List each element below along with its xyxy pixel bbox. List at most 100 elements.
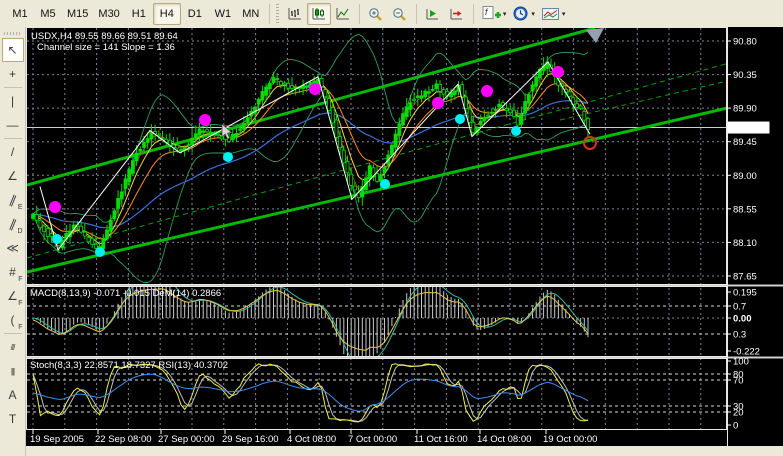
signal-dot-magenta: [552, 66, 564, 78]
signal-dot-cyan: [511, 126, 521, 136]
dropdown-caret[interactable]: ▾: [531, 10, 535, 18]
toolbar-separator: [473, 4, 474, 24]
macd-axis-label: 0.195: [733, 288, 757, 299]
auto-scroll-button[interactable]: [421, 3, 445, 25]
chart-shift-button[interactable]: [445, 3, 469, 25]
tool-equidistant-channel[interactable]: ∥E: [2, 188, 24, 212]
tool-crosshair[interactable]: +: [2, 62, 24, 86]
timeframe-button-mn[interactable]: MN: [237, 3, 265, 25]
tool-cycle-lines[interactable]: |||: [2, 359, 24, 383]
andrews-pitchfork-icon: ///: [11, 343, 15, 352]
macd-axis-label: 0.7: [733, 302, 746, 313]
time-axis-label: 11 Oct 16:00: [414, 434, 468, 445]
chart-area: USDX,H4 89.55 89.66 89.51 89.64 Channel …: [26, 27, 783, 456]
crosshair-icon: +: [9, 67, 16, 81]
price-axis-label: 88.10: [733, 238, 757, 249]
templates-button[interactable]: ▾: [538, 3, 569, 25]
current-price-value: 89.64: [730, 123, 754, 134]
signal-dot-cyan: [52, 234, 62, 244]
zoom-in-button[interactable]: [364, 3, 388, 25]
timeframe-button-m15[interactable]: M15: [62, 3, 93, 25]
tool-stddev-channel[interactable]: ∥D: [2, 212, 24, 236]
zoom-out-button[interactable]: [388, 3, 412, 25]
periods-button[interactable]: ▾: [509, 3, 538, 25]
indicators-button[interactable]: f ▾: [478, 3, 510, 25]
tool-cursor[interactable]: ↖: [2, 38, 24, 62]
stddev-channel-letter: D: [17, 228, 22, 235]
price-axis-label: 89.00: [733, 171, 757, 182]
tool-text-label[interactable]: T: [2, 407, 24, 431]
channel-info-label: Channel size = 141 Slope = 1.36: [37, 42, 175, 53]
vertical-line-icon: |: [11, 94, 14, 108]
price-axis-label: 89.90: [733, 104, 757, 115]
toolbar-divider: [4, 138, 22, 139]
timeframe-button-d1[interactable]: D1: [181, 3, 209, 25]
price-axis-label: 90.80: [733, 37, 757, 48]
trendline-by-angle-icon: ∠: [7, 169, 18, 183]
tool-fibo-fan[interactable]: ∠F: [2, 284, 24, 308]
mt4-window: M1M5M15M30H1H4D1W1MN: [0, 0, 783, 456]
candlestick-chart-button[interactable]: [307, 3, 331, 25]
time-axis-label: 14 Oct 08:00: [477, 434, 531, 445]
trendline-icon: /: [11, 145, 14, 159]
fibo-fan-icon: ∠: [7, 289, 18, 303]
cycle-lines-icon: |||: [11, 367, 14, 376]
fibo-fan-letter: F: [18, 300, 22, 307]
bar-chart-icon: [286, 6, 303, 22]
tool-trendline-by-angle[interactable]: ∠: [2, 164, 24, 188]
signal-dot-magenta: [481, 85, 493, 97]
cursor-icon: ↖: [7, 43, 17, 57]
toolbar-divider: [4, 333, 22, 334]
stoch-indicator-label: Stoch(8,3,3) 22.8571 18.7327 RSI(13) 40.…: [30, 360, 228, 371]
bar-chart-button[interactable]: [283, 3, 307, 25]
chart-canvas[interactable]: USDX,H4 89.55 89.66 89.51 89.64 Channel …: [26, 27, 783, 456]
line-chart-button[interactable]: [331, 3, 355, 25]
indicators-icon: f: [481, 5, 501, 22]
signal-dot-magenta: [432, 97, 444, 109]
tool-gann-fan[interactable]: ≪: [2, 236, 24, 260]
toolbar-separator: [416, 4, 417, 24]
toolbar-grip: [4, 32, 22, 35]
price-axis-label: 89.45: [733, 137, 757, 148]
periods-clock-icon: [512, 5, 529, 22]
toolbar-grip: [276, 4, 279, 24]
tool-vertical-line[interactable]: |: [2, 89, 24, 113]
fibo-timezones-letter: F: [18, 276, 22, 283]
timeframe-button-w1[interactable]: W1: [209, 3, 237, 25]
tool-trendline[interactable]: /: [2, 140, 24, 164]
time-axis-label: 19 Sep 2005: [30, 434, 84, 445]
fibo-arcs-icon: (: [11, 313, 15, 327]
auto-scroll-icon: [424, 6, 441, 22]
fibo-arcs-letter: F: [18, 324, 22, 331]
time-axis-label: 19 Oct 00:00: [543, 434, 597, 445]
timeframe-button-h4[interactable]: H4: [153, 3, 181, 25]
tool-andrews-pitchfork[interactable]: ///: [2, 335, 24, 359]
signal-dot-cyan: [95, 247, 105, 257]
signal-dot-magenta: [199, 114, 211, 126]
drawing-toolbar: ↖+|—/∠∥E∥D≪#F∠F(F///|||AT: [0, 27, 26, 456]
timeframe-button-h1[interactable]: H1: [125, 3, 153, 25]
stoch-axis-label: 0: [733, 421, 738, 432]
timeframe-button-m5[interactable]: M5: [34, 3, 62, 25]
chart-shift-icon: [448, 6, 465, 22]
toolbar-divider: [4, 87, 22, 88]
fibo-timezones-icon: #: [9, 265, 16, 279]
timeframe-toolbar: M1M5M15M30H1H4D1W1MN: [6, 3, 265, 25]
tool-fibo-arcs[interactable]: (F: [2, 308, 24, 332]
timeframe-button-m30[interactable]: M30: [93, 3, 124, 25]
tool-horizontal-line[interactable]: —: [2, 113, 24, 137]
gann-fan-icon: ≪: [6, 241, 19, 255]
timeframe-button-m1[interactable]: M1: [6, 3, 34, 25]
zoom-out-icon: [391, 6, 408, 22]
tool-arrows[interactable]: A: [2, 383, 24, 407]
stoch-axis-label: 70: [733, 376, 744, 387]
signal-dot-magenta: [49, 201, 61, 213]
tool-fibo-timezones[interactable]: #F: [2, 260, 24, 284]
price-axis-label: 90.35: [733, 70, 757, 81]
price-axis-label: 87.65: [733, 271, 757, 282]
time-axis-label: 7 Oct 00:00: [348, 434, 397, 445]
stoch-axis-label: 20: [733, 408, 744, 419]
dropdown-caret[interactable]: ▾: [503, 10, 507, 18]
time-axis-label: 22 Sep 08:00: [95, 434, 152, 445]
dropdown-caret[interactable]: ▾: [562, 10, 566, 18]
